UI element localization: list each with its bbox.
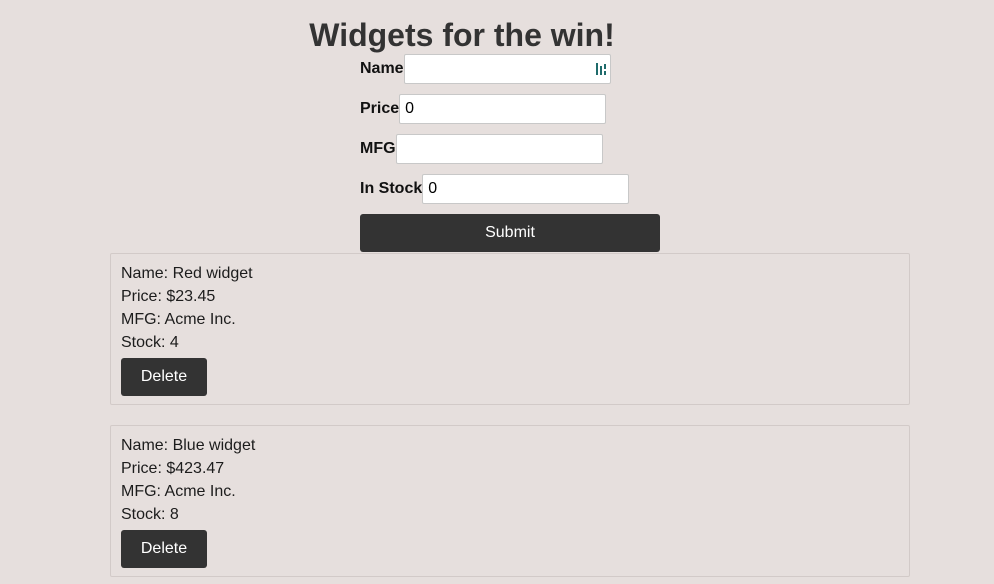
widget-price: Price: $23.45 <box>121 288 216 305</box>
widget-mfg: MFG: Acme Inc. <box>121 483 236 500</box>
widget-name: Name: Red widget <box>121 265 253 282</box>
delete-button[interactable]: Delete <box>121 530 207 568</box>
widget-price: Price: $423.47 <box>121 460 225 477</box>
name-field-wrapper <box>403 54 611 84</box>
name-label: Name <box>360 60 404 77</box>
mfg-label: MFG <box>360 140 396 157</box>
stock-label: In Stock <box>360 180 423 197</box>
page-title: Widgets for the win! <box>309 17 615 53</box>
name-field-row: Name <box>360 54 611 84</box>
stock-input[interactable] <box>422 174 630 204</box>
price-label: Price <box>360 100 400 117</box>
widget-mfg: MFG: Acme Inc. <box>121 311 236 328</box>
stock-field-row: In Stock <box>360 174 630 204</box>
password-manager-icon[interactable] <box>595 62 607 76</box>
widget-stock: Stock: 8 <box>121 506 179 523</box>
name-input[interactable] <box>403 54 611 84</box>
price-field-row: Price <box>360 94 607 124</box>
widget-card: Name: Blue widget Price: $423.47 MFG: Ac… <box>110 425 910 577</box>
delete-button[interactable]: Delete <box>121 358 207 396</box>
widget-stock: Stock: 4 <box>121 334 179 351</box>
price-input[interactable] <box>399 94 607 124</box>
mfg-field-row: MFG <box>360 134 603 164</box>
submit-button[interactable]: Submit <box>360 214 660 252</box>
widget-name: Name: Blue widget <box>121 437 256 454</box>
mfg-input[interactable] <box>395 134 603 164</box>
widget-card: Name: Red widget Price: $23.45 MFG: Acme… <box>110 253 910 405</box>
